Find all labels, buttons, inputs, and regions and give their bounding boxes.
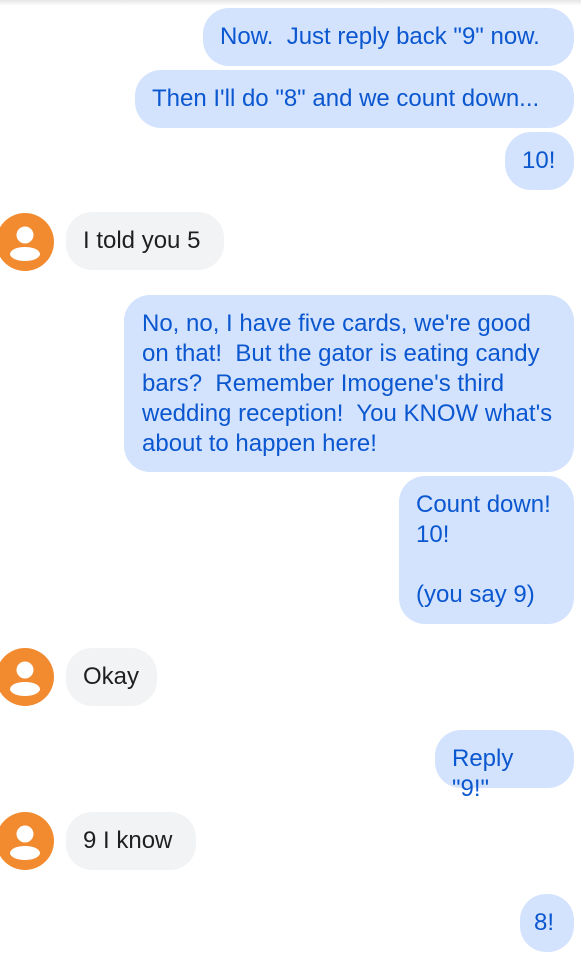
message-bubble-incoming[interactable]: Okay — [66, 648, 157, 706]
message-bubble-outgoing[interactable]: 10! — [505, 132, 574, 190]
person-icon — [10, 226, 40, 261]
message-bubble-outgoing[interactable]: 8! — [520, 894, 574, 952]
top-edge-shadow — [0, 0, 581, 6]
contact-avatar[interactable] — [0, 648, 54, 706]
message-bubble-incoming[interactable]: I told you 5 — [66, 212, 224, 270]
person-icon — [10, 661, 40, 696]
message-bubble-outgoing[interactable]: No, no, I have five cards, we're good on… — [124, 295, 574, 472]
message-bubble-outgoing[interactable]: Now. Just reply back "9" now. — [203, 8, 574, 66]
message-bubble-incoming[interactable]: 9 I know — [66, 812, 196, 870]
message-bubble-outgoing[interactable]: Then I'll do "8" and we count down... — [135, 70, 574, 128]
message-bubble-outgoing[interactable]: Count down! 10! (you say 9) — [399, 476, 574, 624]
contact-avatar[interactable] — [0, 213, 54, 271]
person-icon — [10, 825, 40, 860]
message-bubble-outgoing[interactable]: Reply "9!" — [435, 730, 574, 802]
contact-avatar[interactable] — [0, 812, 54, 870]
